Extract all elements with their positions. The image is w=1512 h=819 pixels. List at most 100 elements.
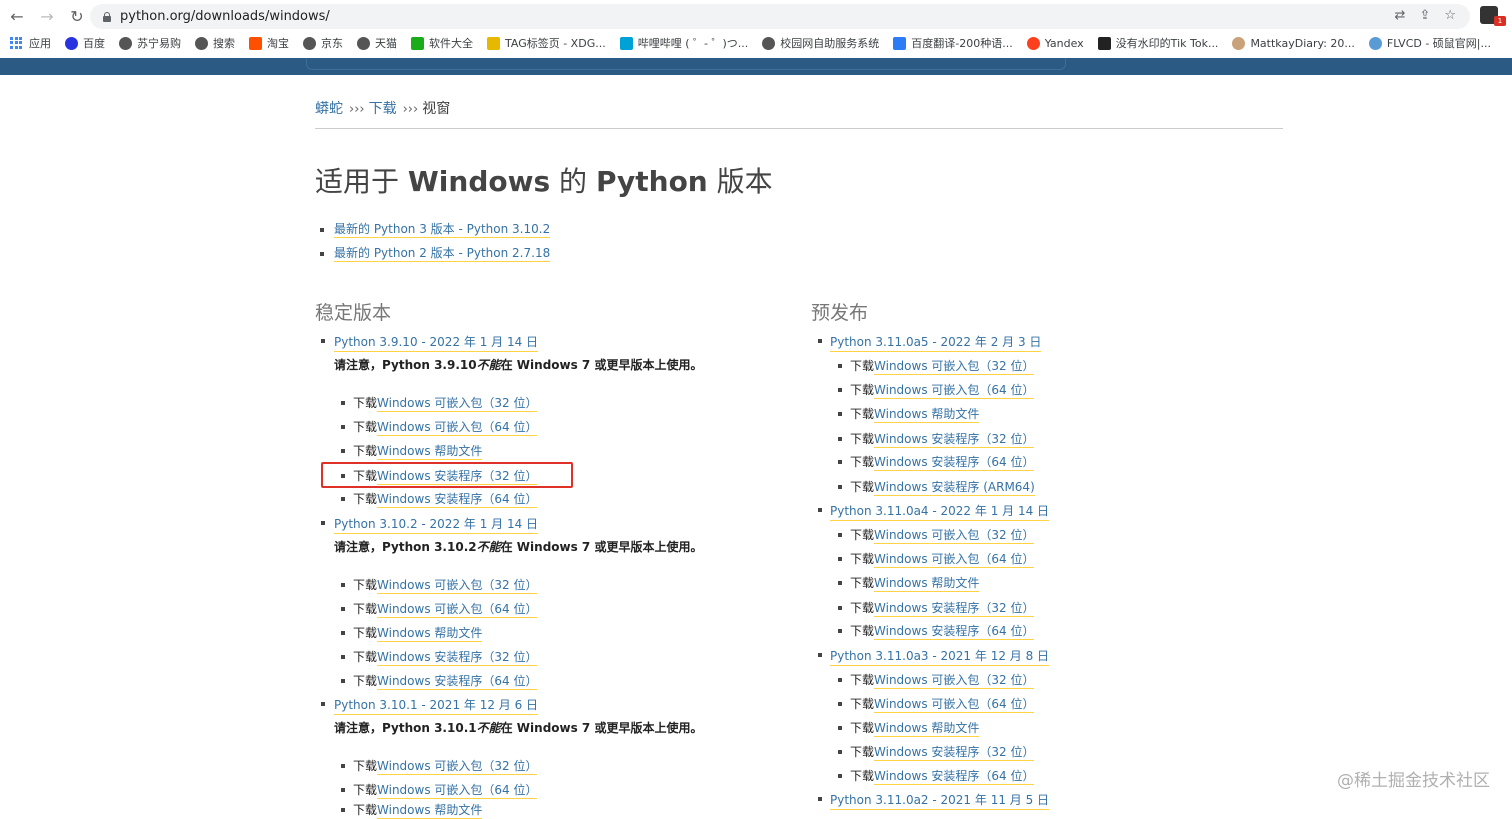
list-item: 最新的 Python 2 版本 - Python 2.7.18 <box>320 244 551 268</box>
download-link[interactable]: Windows 可嵌入包（32 位） <box>377 578 538 594</box>
release-link[interactable]: Python 3.9.10 - 2022 年 1 月 14 日 <box>334 333 539 352</box>
lock-icon <box>102 11 112 22</box>
list-item: 下载Windows 可嵌入包（64 位） <box>838 695 1035 713</box>
share-icon[interactable]: ⇪ <box>1419 8 1430 23</box>
download-link[interactable]: Windows 可嵌入包（32 位） <box>377 396 538 412</box>
release-link[interactable]: Python 3.11.0a5 - 2022 年 2 月 3 日 <box>830 333 1042 352</box>
latest-python3-link[interactable]: 最新的 Python 3 版本 - Python 3.10.2 <box>334 222 551 238</box>
list-item: 下载Windows 可嵌入包（32 位） <box>838 526 1035 544</box>
list-item: 下载Windows 帮助文件 <box>341 624 483 642</box>
tiktok-icon <box>1097 36 1111 50</box>
list-item: 下载Windows 可嵌入包（32 位） <box>341 757 538 775</box>
download-link[interactable]: Windows 可嵌入包（64 位） <box>874 552 1035 568</box>
globe-icon <box>357 36 370 50</box>
bookmark-item[interactable]: 哔哩哔哩 ( ゜- ゜)つ... <box>619 35 748 51</box>
bookmark-item[interactable]: 软件大全 <box>411 35 473 51</box>
list-item: 下载Windows 安装程序（32 位） <box>838 743 1035 761</box>
bilibili-icon <box>619 36 633 50</box>
list-item: 下载Windows 帮助文件 <box>838 574 980 592</box>
release-note: 请注意，Python 3.9.10不能在 Windows 7 或更早版本上使用。 <box>334 358 703 372</box>
list-item: 下载Windows 安装程序（32 位） <box>838 599 1035 617</box>
list-item: 下载Windows 可嵌入包（64 位） <box>341 600 538 618</box>
download-link[interactable]: Windows 可嵌入包（32 位） <box>874 528 1035 544</box>
download-link[interactable]: Windows 帮助文件 <box>377 626 483 642</box>
bookmark-item[interactable]: Yandex <box>1026 36 1084 50</box>
bookmark-item[interactable]: MattkayDiary: 20... <box>1232 36 1355 50</box>
bookmark-item[interactable]: TAG标签页 - XDG... <box>487 35 606 51</box>
download-link[interactable]: Windows 可嵌入包（32 位） <box>874 359 1035 375</box>
download-link[interactable]: Windows 帮助文件 <box>874 721 980 737</box>
release-link[interactable]: Python 3.10.2 - 2022 年 1 月 14 日 <box>334 515 539 534</box>
yandex-icon <box>1026 36 1040 50</box>
header-search-area <box>306 58 1066 70</box>
download-link[interactable]: Windows 安装程序（64 位） <box>874 624 1035 640</box>
list-item: 下载Windows 帮助文件 <box>341 442 483 460</box>
list-item: 下载Windows 帮助文件 <box>838 405 980 423</box>
bookmark-item[interactable]: 京东 <box>303 35 343 51</box>
bookmark-item[interactable]: 百度翻译-200种语... <box>893 35 1013 51</box>
bookmarks-bar: 应用 百度 苏宁易购 搜索 淘宝 京东 天猫 软件大全 TAG标签页 - XDG… <box>0 33 1512 53</box>
apps-grid-icon <box>10 36 23 50</box>
download-link[interactable]: Windows 帮助文件 <box>874 407 980 423</box>
download-link[interactable]: Windows 可嵌入包（64 位） <box>377 420 538 436</box>
download-link[interactable]: Windows 可嵌入包（64 位） <box>874 383 1035 399</box>
download-link[interactable]: Windows 安装程序 (ARM64) <box>874 480 1035 496</box>
release-link[interactable]: Python 3.11.0a3 - 2021 年 12 月 8 日 <box>830 647 1050 666</box>
download-icon <box>411 36 424 50</box>
latest-python2-link[interactable]: 最新的 Python 2 版本 - Python 2.7.18 <box>334 246 551 262</box>
list-item: 下载Windows 可嵌入包（64 位） <box>341 418 538 436</box>
release-link[interactable]: Python 3.11.0a2 - 2021 年 11 月 5 日 <box>830 791 1050 810</box>
download-link[interactable]: Windows 安装程序（32 位） <box>874 745 1035 761</box>
download-link[interactable]: Windows 可嵌入包（64 位） <box>377 783 538 799</box>
translate-icon <box>893 36 907 50</box>
download-link[interactable]: Windows 安装程序（64 位） <box>377 492 538 508</box>
bookmark-item[interactable]: 苏宁易购 <box>119 35 181 51</box>
bookmark-item[interactable]: 校园网自助服务系统 <box>762 35 879 51</box>
bookmark-item[interactable]: 百度 <box>65 35 105 51</box>
back-icon[interactable]: ← <box>4 4 30 30</box>
download-link[interactable]: Windows 安装程序（64 位） <box>874 769 1035 785</box>
download-link[interactable]: Windows 帮助文件 <box>377 803 483 819</box>
bookmark-item[interactable]: 淘宝 <box>249 35 289 51</box>
download-link[interactable]: Windows 安装程序（32 位） <box>874 432 1035 448</box>
address-bar[interactable]: python.org/downloads/windows/ ⇄ ⇪ ☆ <box>90 4 1470 29</box>
globe-icon <box>303 36 316 50</box>
download-link[interactable]: Windows 可嵌入包（64 位） <box>874 697 1035 713</box>
download-link[interactable]: Windows 帮助文件 <box>377 444 483 460</box>
list-item: 下载Windows 可嵌入包（64 位） <box>838 381 1035 399</box>
breadcrumb-downloads[interactable]: 下载 <box>369 101 397 117</box>
download-link[interactable]: Windows 安装程序（32 位） <box>377 650 538 666</box>
bookmark-item[interactable]: 天猫 <box>357 35 397 51</box>
bookmark-item[interactable]: 没有水印的Tik Tok... <box>1097 35 1218 51</box>
list-item: 下载Windows 帮助文件 <box>838 719 980 737</box>
translate-icon[interactable]: ⇄ <box>1395 8 1406 23</box>
extension-badge: 1 <box>1494 16 1506 26</box>
baidu-paw-icon <box>65 36 78 50</box>
forward-icon[interactable]: → <box>34 4 60 30</box>
url-text[interactable]: python.org/downloads/windows/ <box>120 9 330 24</box>
list-item: 下载Windows 安装程序（32 位） <box>341 648 538 666</box>
list-item: 最新的 Python 3 版本 - Python 3.10.2 <box>320 220 551 244</box>
globe-icon <box>195 36 208 50</box>
bookmark-apps[interactable]: 应用 <box>10 35 51 51</box>
bookmark-item[interactable]: 搜索 <box>195 35 235 51</box>
download-link[interactable]: Windows 可嵌入包（32 位） <box>377 759 538 775</box>
list-item: 下载Windows 可嵌入包（32 位） <box>838 671 1035 689</box>
globe-icon <box>119 36 132 50</box>
download-link[interactable]: Windows 帮助文件 <box>874 576 980 592</box>
bookmark-star-icon[interactable]: ☆ <box>1444 8 1456 23</box>
reload-icon[interactable]: ↻ <box>64 4 90 30</box>
breadcrumb-home[interactable]: 蟒蛇 <box>315 101 343 117</box>
download-link[interactable]: Windows 安装程序（32 位） <box>874 601 1035 617</box>
download-link[interactable]: Windows 安装程序（64 位） <box>874 455 1035 471</box>
list-item: 下载Windows 可嵌入包（32 位） <box>838 357 1035 375</box>
list-item: 下载Windows 安装程序 (ARM64) <box>838 478 1035 496</box>
release-link[interactable]: Python 3.11.0a4 - 2022 年 1 月 14 日 <box>830 502 1050 521</box>
bookmark-item[interactable]: FLVCD - 硕鼠官网|... <box>1368 35 1491 51</box>
download-link[interactable]: Windows 可嵌入包（64 位） <box>377 602 538 618</box>
list-item: 下载Windows 安装程序（64 位） <box>341 490 538 508</box>
breadcrumb-current: 视窗 <box>422 101 451 117</box>
download-link[interactable]: Windows 安装程序（64 位） <box>377 674 538 690</box>
download-link[interactable]: Windows 可嵌入包（32 位） <box>874 673 1035 689</box>
release-link[interactable]: Python 3.10.1 - 2021 年 12 月 6 日 <box>334 696 539 715</box>
